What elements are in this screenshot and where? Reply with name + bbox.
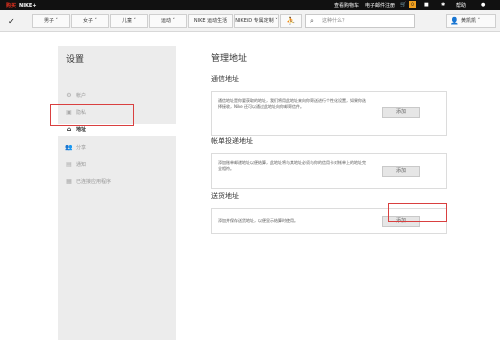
search-icon: ⌕	[310, 17, 314, 25]
sidebar-item-label: 通知	[76, 162, 87, 168]
view-cart-link[interactable]: 查看购物车	[334, 2, 359, 9]
section-heading-shipping: 送货地址	[211, 192, 239, 200]
section-heading-billing: 帐单投递地址	[211, 137, 253, 145]
user-name: 黄凯凯 ˅	[461, 18, 481, 24]
notification-icon: ▤	[66, 161, 72, 168]
highlight-box-add-shipping	[388, 203, 447, 222]
highlight-box-address	[50, 104, 134, 126]
top-bar: 购买 NIKE+ 查看购物车 电子邮件注册 🛒 0 ■ ✱ 帮助 ●	[0, 0, 500, 10]
cart-icon[interactable]: 🛒	[400, 2, 406, 8]
sidebar-item-account[interactable]: ⚙ 帐户	[58, 90, 176, 102]
help-link[interactable]: 帮助	[456, 2, 466, 9]
shipping-address-description: 添加并保存送货地址，以便显示结算时使用。	[218, 218, 298, 223]
sidebar-item-connected-apps[interactable]: ▦ 已连接应用程序	[58, 176, 176, 188]
nav-sportswear[interactable]: NIKE 运动生活	[188, 14, 233, 28]
sidebar-item-label: 地址	[76, 127, 87, 133]
settings-sidebar: 设置 ⚙ 帐户 ▣ 隐私 ⌂ 地址 👥 分享 ▤ 通知 ▦ 已连接应用程序	[58, 46, 183, 340]
settings-title: 设置	[66, 55, 85, 65]
user-icon: 👤	[450, 17, 459, 25]
search-input[interactable]: ⌕ 这种什么？	[305, 14, 415, 28]
section-heading-mailing: 通信地址	[211, 75, 239, 83]
nav-women[interactable]: 女子 ˅	[71, 14, 109, 28]
chat-icon[interactable]: ●	[481, 2, 485, 8]
email-register-link[interactable]: 电子邮件注册	[365, 2, 395, 9]
billing-address-card: 添加账单邮递地址以便结算，此地址将与其地址必须与你的信用卡对帐单上的地址完全相符…	[211, 153, 447, 189]
nav-kids[interactable]: 儿童 ˅	[110, 14, 148, 28]
nav-men[interactable]: 男子 ˅	[32, 14, 70, 28]
user-menu[interactable]: 👤 黄凯凯 ˅	[446, 14, 496, 28]
gear-icon: ⚙	[66, 92, 72, 99]
add-billing-address-button[interactable]: 添加	[382, 166, 420, 177]
sidebar-item-label: 帐户	[76, 93, 87, 99]
cart-count-badge: 0	[409, 1, 416, 8]
brand[interactable]: 购买 NIKE+	[6, 2, 37, 9]
sidebar-item-label: 已连接应用程序	[76, 179, 112, 185]
brand-nikeplus-label[interactable]: NIKE+	[19, 3, 37, 9]
nike-logo-icon[interactable]: ✓	[8, 17, 15, 26]
page-title: 管理地址	[211, 54, 248, 64]
apps-icon: ▦	[66, 178, 72, 185]
sidebar-item-notifications[interactable]: ▤ 通知	[58, 159, 176, 171]
nav-sports[interactable]: 运动 ˅	[149, 14, 187, 28]
share-icon: 👥	[65, 144, 73, 151]
brand-buy-label[interactable]: 购买	[6, 3, 16, 9]
page-body: 设置 ⚙ 帐户 ▣ 隐私 ⌂ 地址 👥 分享 ▤ 通知 ▦ 已连接应用程序 管理…	[0, 32, 500, 340]
add-mailing-address-button[interactable]: 添加	[382, 107, 420, 118]
sidebar-item-share[interactable]: 👥 分享	[58, 142, 176, 154]
mailing-address-card: 通信地址是你要获取的地址，我们将用此地址来向你寄送进行个性化设置，如果你选择接收…	[211, 91, 447, 136]
sidebar-item-label: 分享	[76, 145, 87, 151]
jordan-logo-icon[interactable]: ⛹	[280, 14, 302, 28]
billing-address-description: 添加账单邮递地址以便结算，此地址将与其地址必须与你的信用卡对帐单上的地址完全相符…	[218, 160, 366, 171]
message-icon[interactable]: ■	[424, 2, 429, 8]
settings-icon[interactable]: ✱	[441, 2, 445, 8]
nav-nikeid[interactable]: NIKEiD 专属定制 ˅	[234, 14, 279, 28]
mailing-address-description: 通信地址是你要获取的地址，我们将用此地址来向你寄送进行个性化设置，如果你选择接收…	[218, 98, 366, 109]
main-nav: ✓ 男子 ˅ 女子 ˅ 儿童 ˅ 运动 ˅ NIKE 运动生活 NIKEiD 专…	[0, 10, 500, 32]
search-placeholder: 这种什么？	[322, 18, 348, 24]
